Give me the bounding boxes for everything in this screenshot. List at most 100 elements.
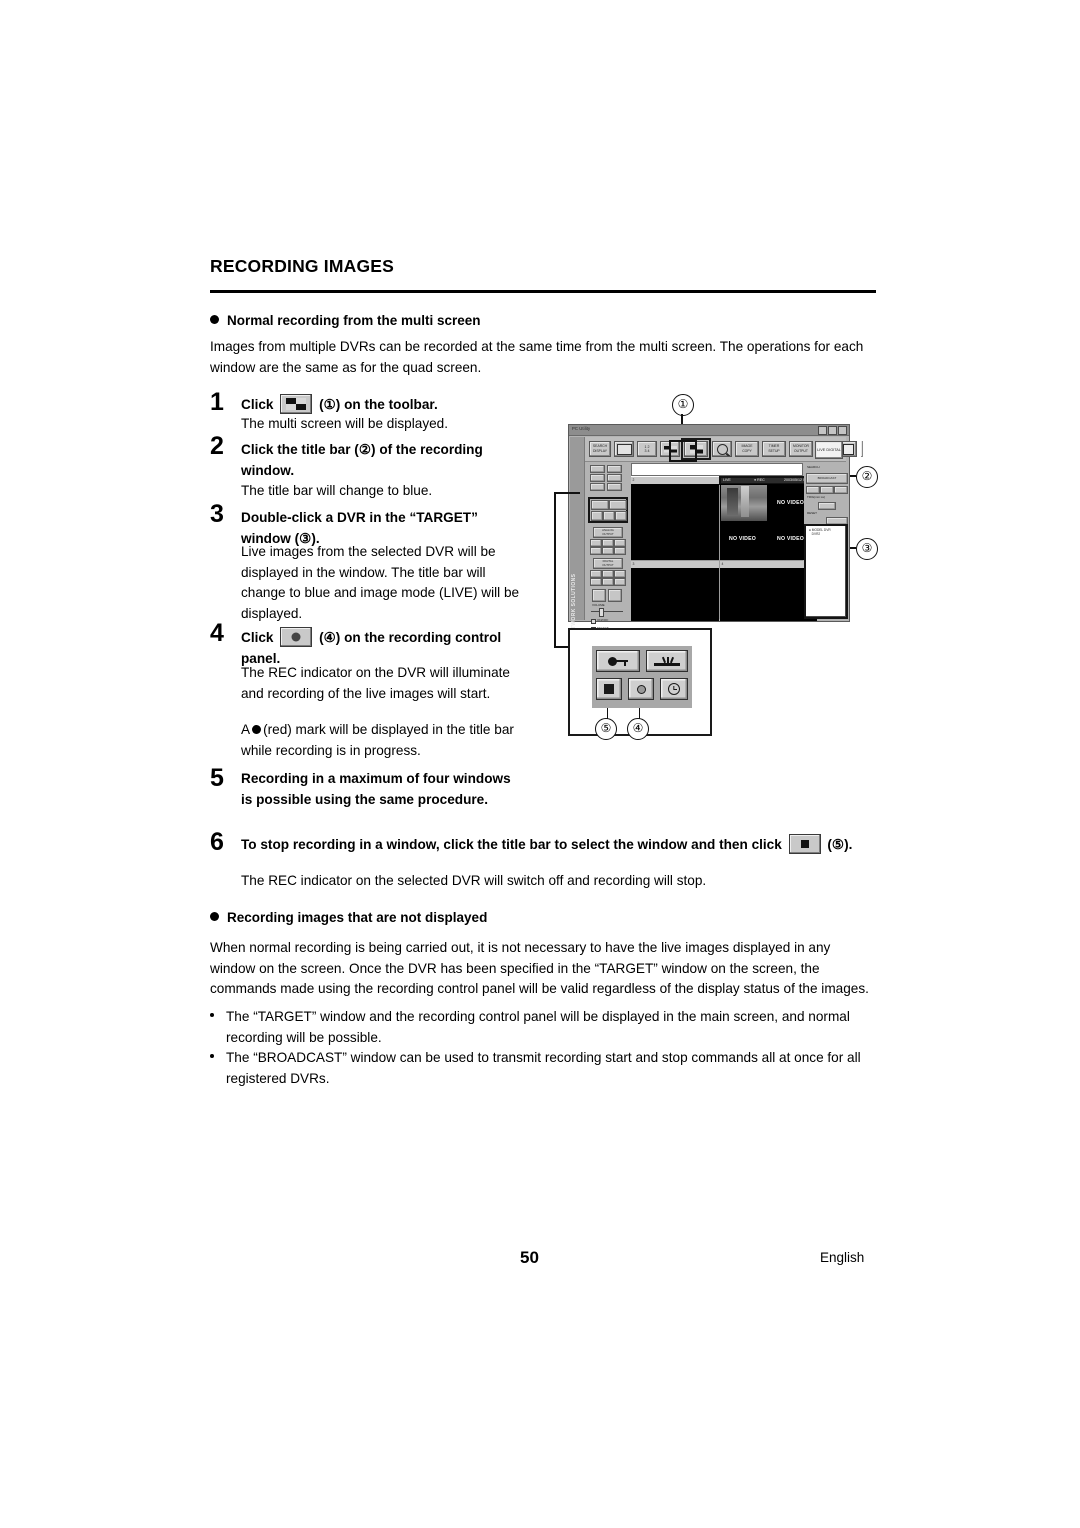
callout-2: ② [856,466,878,488]
maximize-icon[interactable] [828,426,837,435]
trig-field[interactable] [818,502,836,510]
step-2-number: 2 [210,432,224,460]
right-panel-label-2: TRIG(mm:ss) [807,495,825,499]
page-number: 50 [520,1248,539,1267]
toolbar-status-live-digital: LIVE DIGITAL [815,441,843,459]
callout-1: ① [672,394,694,416]
flash-button[interactable] [646,650,688,672]
toolbar-button-timer-setup[interactable]: TIMER SETUP [762,441,786,457]
timer-button[interactable] [660,678,688,700]
step-4-body2-pre: A [241,722,251,737]
record-button-icon[interactable] [280,627,313,647]
stop-button[interactable] [596,678,622,700]
not-displayed-paragraph: When normal recording is being carried o… [210,940,869,996]
step-5-title: Recording in a maximum of four windows i… [241,771,511,807]
toolbar-button-search-display[interactable]: SEARCH DISPLAY [589,441,611,457]
info-bar [631,463,803,476]
no-video-label: NO VIDEO [729,536,756,542]
language-label: English [820,1250,865,1265]
intro-paragraph: Images from multiple DVRs can be recorde… [210,339,864,375]
right-panel-label-3: RESET [807,511,818,515]
list-item: The “TARGET” window and the recording co… [210,1007,870,1048]
red-dot-icon [252,725,262,734]
step-6-number: 6 [210,828,224,856]
bullet-dot-icon-2 [210,912,219,921]
step-1-title: Click (①) on the toolbar. [241,394,541,416]
broadcast-button[interactable]: BROADCAST [806,473,848,484]
step-2-body: The title bar will change to blue. [241,483,433,498]
pane-4-number: 4 [721,561,724,566]
right-panel-label-1: SEARCH [807,465,820,469]
record-icon [636,684,646,694]
app-titlebar: PC Utility [569,425,849,436]
step-6-title: To stop recording in a window, click the… [241,834,877,856]
step-1-text-pre: Click [241,397,274,412]
toolbar-button-single-screen[interactable] [614,441,634,457]
step-1-number: 1 [210,388,224,416]
callout-4: ④ [627,718,649,740]
window-controls[interactable] [818,426,847,435]
software-screenshot-figure: ① ② ③ PC Utility SANYO NETWORK SOLUTIONS… [554,392,886,747]
control-panel-callout-arrow [554,492,662,652]
stop-icon [604,684,614,694]
target-ch3[interactable] [834,486,848,494]
recording-control-panel [592,646,692,708]
step-3-number: 3 [210,500,224,528]
step-4-body: The REC indicator on the DVR will illumi… [241,665,510,701]
list-bullet-icon [210,1013,214,1017]
list-item-label: The “BROADCAST” window can be used to tr… [226,1050,861,1086]
key-button[interactable] [596,650,640,672]
toolbar-button-image-copy[interactable]: IMAGE COPY [735,441,759,457]
step-6-text-pre: To stop recording in a window, click the… [241,837,782,852]
step-3-body: Live images from the selected DVR will b… [241,544,520,621]
key-icon [608,656,628,666]
flash-icon [654,656,680,667]
left-btn-5[interactable] [590,483,605,491]
multi-screen-icon[interactable] [280,394,313,414]
step-4-number: 4 [210,619,224,647]
target-ch2[interactable] [820,486,834,494]
record-button[interactable] [628,678,654,700]
stop-button-icon[interactable] [788,834,821,854]
clock-icon [668,683,680,695]
no-video-label: NO VIDEO [777,536,804,542]
step-1-text-post: (①) on the toolbar. [319,397,438,412]
left-btn-3[interactable] [590,474,605,482]
step-1-body: The multi screen will be displayed. [241,416,449,431]
callout-5: ⑤ [595,718,617,740]
title-divider [210,290,876,293]
step-5-number: 5 [210,764,224,792]
callout-3: ③ [856,538,878,560]
left-btn-6[interactable] [607,483,622,491]
app-title-text: PC Utility [572,426,591,431]
toolbar: SEARCH DISPLAY 1 23 4 IMAGE COPY TIMER S… [585,437,857,462]
pane-4-video[interactable] [720,568,817,621]
left-btn-2[interactable] [607,465,622,473]
step-6-text-post: (⑤). [827,837,853,852]
toolbar-multi-screen-highlight [669,440,697,462]
step-4-text-pre: Click [241,630,274,645]
target-window-highlight [804,524,848,619]
pane-1-video[interactable]: NO VIDEO NO VIDEO NO VIDEO [720,484,817,560]
manual-page: RECORDING IMAGES Normal recording from t… [0,0,1080,1528]
step-6-body: The REC indicator on the selected DVR wi… [241,873,707,888]
list-item-label: The “TARGET” window and the recording co… [226,1009,850,1045]
step-4-body-2: A (red) mark will be displayed in the tit… [241,720,526,761]
pane-2-number: 2 [632,477,635,482]
toolbar-button-search[interactable] [712,441,732,457]
heading-normal-recording: Normal recording from the multi screen [210,313,481,328]
close-icon[interactable] [838,426,847,435]
toolbar-button-monitor-output[interactable]: MONITOR OUTPUT [789,441,813,457]
live-image-thumbnail [721,485,767,521]
page-title: RECORDING IMAGES [210,256,395,276]
target-ch1[interactable] [806,486,820,494]
list-item: The “BROADCAST” window can be used to tr… [210,1048,870,1089]
left-btn-4[interactable] [607,474,622,482]
list-bullet-icon [210,1054,214,1058]
left-btn-1[interactable] [590,465,605,473]
minimize-icon[interactable] [818,426,827,435]
no-video-label: NO VIDEO [777,500,804,506]
toolbar-button-quad-select[interactable]: 1 23 4 [637,441,657,457]
heading-not-displayed: Recording images that are not displayed [210,910,487,925]
